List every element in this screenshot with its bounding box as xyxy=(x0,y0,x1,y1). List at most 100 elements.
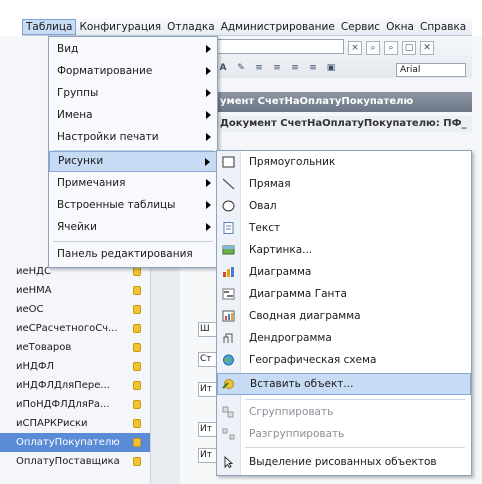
menu-item-label: Форматирование xyxy=(57,65,153,77)
menu-item-view[interactable]: Вид xyxy=(49,39,217,60)
menu-item-label: Имена xyxy=(57,109,93,121)
justify-icon[interactable]: ≡ xyxy=(306,62,320,76)
menu-item-formatting[interactable]: Форматирование xyxy=(49,61,217,82)
toolbar-combo-field[interactable] xyxy=(216,39,344,54)
submenu-item-line[interactable]: Прямая xyxy=(217,173,471,195)
tree-item[interactable]: иНДФЛДляПере... xyxy=(0,376,150,395)
group-icon xyxy=(222,406,234,418)
document-title-bar: умент СчетНаОплатуПокупателю xyxy=(216,92,472,112)
close-x-icon[interactable]: × xyxy=(348,41,362,55)
menu-service[interactable]: Сервис xyxy=(338,19,383,35)
pictures-submenu: Прямоугольник Прямая Овал Текст Картинка… xyxy=(216,150,472,476)
submenu-item-group[interactable]: Сгруппировать xyxy=(217,401,471,423)
align-center-icon[interactable]: ≡ xyxy=(270,62,284,76)
search-icon[interactable]: ⌕ xyxy=(366,41,380,55)
submenu-arrow-icon xyxy=(206,89,211,97)
pivot-chart-icon xyxy=(222,310,235,322)
document-subtitle: Документ СчетНаОплатуПокупателю: ПФ_ xyxy=(216,116,472,132)
align-left-icon[interactable]: ≡ xyxy=(252,62,266,76)
font-name-field[interactable]: Arial xyxy=(396,63,466,77)
submenu-arrow-icon xyxy=(206,111,211,119)
submenu-item-gantt-chart[interactable]: Диаграмма Ганта xyxy=(217,283,471,305)
menu-configuration[interactable]: Конфигурация xyxy=(76,19,164,35)
submenu-item-select-drawn-objects[interactable]: Выделение рисованных объектов xyxy=(217,451,471,473)
menu-item-cells[interactable]: Ячейки xyxy=(49,217,217,238)
tree-divider-strip xyxy=(150,262,180,484)
submenu-item-insert-object[interactable]: Вставить объект... xyxy=(217,373,471,395)
fill-color-icon[interactable]: ✎ xyxy=(234,62,248,76)
window-icon[interactable]: ▢ xyxy=(402,41,416,55)
menu-table[interactable]: Таблица xyxy=(22,18,77,35)
rectangle-icon xyxy=(222,156,235,168)
submenu-item-rectangle[interactable]: Прямоугольник xyxy=(217,151,471,173)
tree-item[interactable]: иСПАРКРиски xyxy=(0,414,150,433)
tree-item[interactable]: иеНМА xyxy=(0,281,150,300)
tree-item-selected[interactable]: ОплатуПокупателю xyxy=(0,433,150,452)
oval-icon xyxy=(222,200,235,212)
submenu-item-dendrogram[interactable]: Дендрограмма xyxy=(217,327,471,349)
folder-icon xyxy=(133,267,141,276)
main-menu-bar: Таблица Конфигурация Отладка Администрир… xyxy=(22,18,472,36)
tree-item[interactable]: иПоНДФЛДляРа... xyxy=(0,395,150,414)
tree-item[interactable]: иНДФЛ xyxy=(0,357,150,376)
submenu-arrow-icon xyxy=(205,158,210,166)
tree-item-label: ОплатуПокупателю xyxy=(16,437,120,448)
menu-item-groups[interactable]: Группы xyxy=(49,83,217,104)
tree-item-label: ОплатуПоставщика xyxy=(16,456,120,467)
submenu-item-oval[interactable]: Овал xyxy=(217,195,471,217)
tools-icon[interactable]: ✕ xyxy=(420,41,434,55)
tree-item-label: иеТоваров xyxy=(16,342,72,353)
menu-item-pictures[interactable]: Рисунки xyxy=(49,151,217,172)
submenu-item-label: Вставить объект... xyxy=(250,378,354,390)
toolbar: × ⌕ ⌕ ▢ ✕ A ✎ ≡ ≡ ≡ ≡ ▣ Arial xyxy=(216,36,472,78)
folder-icon xyxy=(133,438,141,447)
menu-item-embedded-tables[interactable]: Встроенные таблицы xyxy=(49,195,217,216)
menu-administration[interactable]: Администрирование xyxy=(218,19,338,35)
folder-icon xyxy=(133,286,141,295)
form-field-stub[interactable]: Ит xyxy=(198,382,218,397)
submenu-item-geo-scheme[interactable]: Географическая схема xyxy=(217,349,471,371)
submenu-item-label: Прямоугольник xyxy=(249,156,336,168)
image-icon[interactable]: ▣ xyxy=(324,62,338,76)
tree-item[interactable]: иеСРасчетногоСч... xyxy=(0,319,150,338)
submenu-item-ungroup[interactable]: Разгруппировать xyxy=(217,423,471,445)
form-field-stub[interactable]: Ш xyxy=(198,322,218,337)
align-right-icon[interactable]: ≡ xyxy=(288,62,302,76)
tree-item-label: иеОС xyxy=(16,304,44,315)
tree-item[interactable]: иеОС xyxy=(0,300,150,319)
menu-debug[interactable]: Отладка xyxy=(164,19,218,35)
menu-help[interactable]: Справка xyxy=(417,19,469,35)
folder-icon xyxy=(133,362,141,371)
submenu-item-text[interactable]: Текст xyxy=(217,217,471,239)
menu-item-names[interactable]: Имена xyxy=(49,105,217,126)
menu-item-label: Вид xyxy=(57,43,79,55)
menu-item-print-settings[interactable]: Настройки печати xyxy=(49,127,217,148)
search-next-icon[interactable]: ⌕ xyxy=(384,41,398,55)
menu-item-edit-panel[interactable]: Панель редактирования xyxy=(49,244,217,265)
menu-item-notes[interactable]: Примечания xyxy=(49,173,217,194)
menu-item-label: Примечания xyxy=(57,177,126,189)
menu-separator xyxy=(245,399,465,400)
submenu-arrow-icon xyxy=(206,201,211,209)
submenu-item-chart[interactable]: Диаграмма xyxy=(217,261,471,283)
folder-icon xyxy=(133,457,141,466)
submenu-item-pivot-chart[interactable]: Сводная диаграмма xyxy=(217,305,471,327)
tree-item-label: иСПАРКРиски xyxy=(16,418,88,429)
tree-item[interactable]: иеТоваров xyxy=(0,338,150,357)
form-field-stub[interactable]: Ит xyxy=(198,422,218,437)
form-field-stub[interactable]: Ит xyxy=(198,448,218,463)
font-color-icon[interactable]: A xyxy=(216,62,230,76)
submenu-item-picture[interactable]: Картинка... xyxy=(217,239,471,261)
chart-icon xyxy=(223,267,234,277)
tree-item-label: иеСРасчетногоСч... xyxy=(16,323,118,334)
picture-icon xyxy=(222,245,235,255)
menu-windows[interactable]: Окна xyxy=(383,19,417,35)
folder-icon xyxy=(133,324,141,333)
tree-item-label: иНДФЛДляПере... xyxy=(16,380,110,391)
menu-item-label: Ячейки xyxy=(57,221,97,233)
globe-icon xyxy=(223,354,234,366)
form-field-stub[interactable]: Ст xyxy=(198,352,218,367)
tree-item[interactable]: ОплатуПоставщика xyxy=(0,452,150,471)
tree-list: иеНДС иеНМА иеОС иеСРасчетногоСч... иеТо… xyxy=(0,262,150,471)
tree-item-label: иеНМА xyxy=(16,285,52,296)
